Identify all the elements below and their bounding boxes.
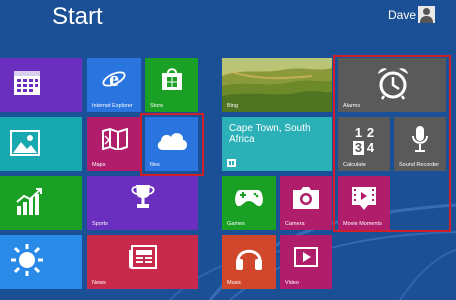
tile-label: Maps [92, 162, 106, 168]
maps-icon [102, 128, 128, 150]
tile-label: Bing [227, 103, 239, 109]
tile-label: Sports [92, 221, 108, 227]
tile-label: News [92, 280, 106, 286]
tile-label: Movie Moments [343, 221, 382, 227]
tile-video[interactable]: Video [280, 235, 332, 289]
store-bag-icon [162, 68, 182, 90]
trophy-icon [131, 185, 155, 208]
calculator-digit: 2 [366, 125, 375, 140]
tile-calendar[interactable] [0, 58, 82, 112]
tile-sound-recorder[interactable]: Sound Recorder [394, 117, 446, 171]
game-controller-icon [235, 190, 263, 207]
photos-icon [10, 130, 40, 156]
weather-location: Cape Town, South Africa [229, 123, 311, 145]
calculator-digit: 1 [354, 125, 363, 140]
page-title: Start [52, 3, 103, 30]
tile-bing[interactable]: Bing [222, 58, 332, 112]
tile-label: Games [227, 221, 245, 227]
newspaper-icon [129, 245, 157, 269]
cloud-icon [157, 133, 187, 150]
tile-internet-explorer[interactable]: e Internet Explorer [87, 58, 141, 112]
tile-calculator[interactable]: 1 2 3 4 Calculate [338, 117, 390, 171]
tile-alarms[interactable]: Alarms [338, 58, 446, 112]
tile-label: Store [150, 103, 164, 109]
camera-icon [293, 187, 319, 209]
internet-explorer-icon: e [102, 67, 126, 91]
tile-label: Music [227, 280, 242, 286]
finance-chart-icon [16, 188, 42, 215]
tile-label: Alarms [343, 103, 361, 109]
calendar-icon [14, 71, 40, 95]
tile-news[interactable]: News [87, 235, 198, 289]
tile-label: Calculate [343, 162, 366, 168]
tile-camera[interactable]: Camera [280, 176, 332, 230]
tile-sports[interactable]: Sports [87, 176, 198, 230]
calculator-icon: 1 2 3 4 [351, 126, 377, 156]
tile-movie-moments[interactable]: Movie Moments [338, 176, 390, 230]
alarm-clock-icon [378, 68, 408, 100]
video-play-icon [294, 247, 318, 267]
headphones-icon [236, 249, 262, 270]
avatar[interactable] [418, 6, 435, 23]
tile-photos[interactable] [0, 117, 82, 171]
tile-finance[interactable] [0, 176, 82, 230]
tile-label: files [150, 162, 160, 168]
tile-maps[interactable]: Maps [87, 117, 141, 171]
tile-label: Sound Recorder [399, 162, 440, 168]
tile-label: Internet Explorer [92, 103, 133, 109]
svg-text:e: e [109, 67, 119, 91]
sun-icon [11, 244, 43, 276]
tile-label: Camera [285, 221, 305, 227]
calculator-digit: 4 [366, 140, 375, 155]
tile-weather-live[interactable]: Cape Town, South Africa [222, 117, 332, 171]
movie-moments-icon [352, 187, 376, 210]
weather-tile-icon [227, 159, 236, 167]
tile-store[interactable]: Store [145, 58, 198, 112]
tile-files[interactable]: files [145, 117, 198, 171]
user-name[interactable]: Dave [388, 8, 416, 22]
tile-music[interactable]: Music [222, 235, 276, 289]
tile-games[interactable]: Games [222, 176, 276, 230]
microphone-icon [412, 126, 428, 152]
tile-label: Video [285, 280, 299, 286]
calculator-digit: 3 [353, 140, 364, 155]
bing-landscape-image [222, 58, 332, 112]
tile-weather[interactable] [0, 235, 82, 289]
